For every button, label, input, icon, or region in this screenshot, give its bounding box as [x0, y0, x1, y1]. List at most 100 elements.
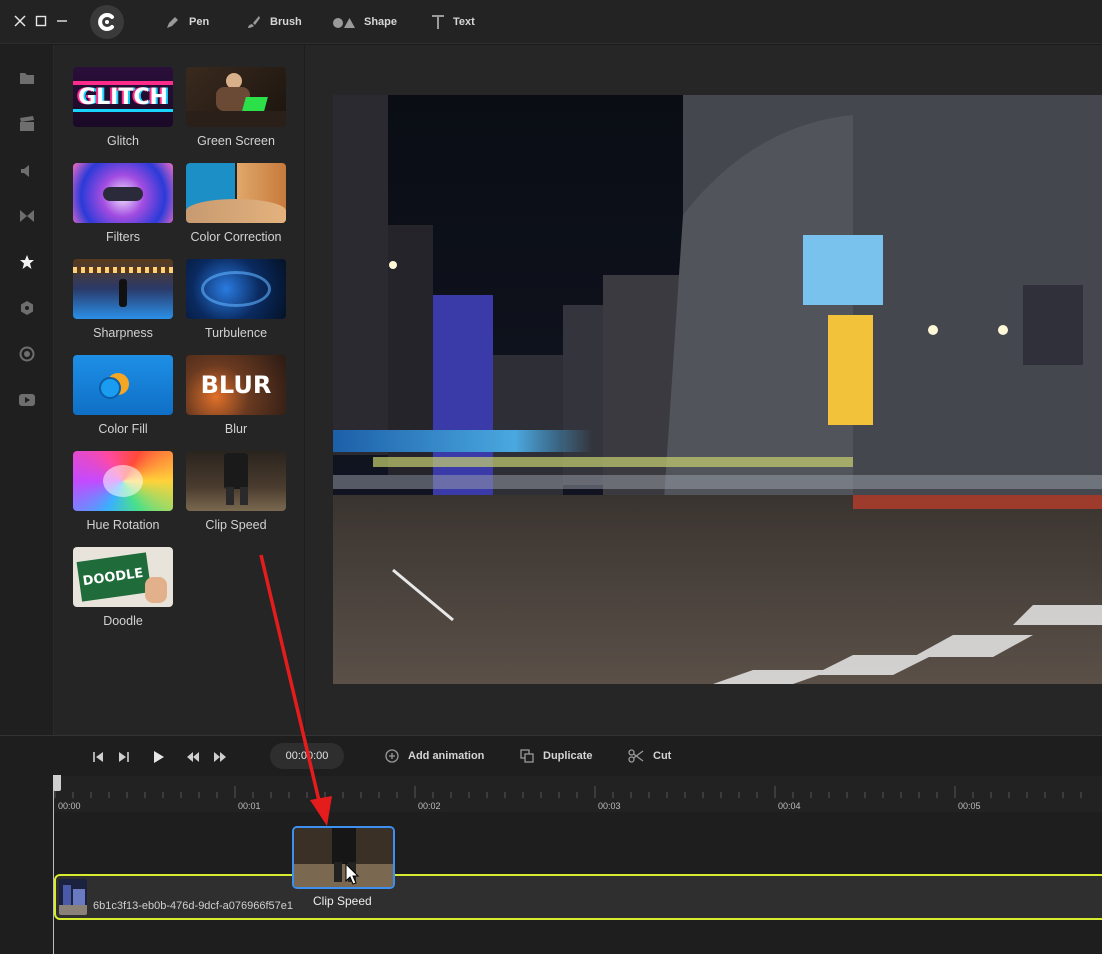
ruler-label: 00:05 [958, 801, 981, 811]
color-fill-thumbnail [73, 355, 173, 415]
ruler-label: 00:02 [418, 801, 441, 811]
youtube-icon [19, 394, 35, 406]
add-animation-button[interactable]: Add animation [385, 747, 484, 765]
top-bar: Pen Brush Shape Text [0, 0, 1102, 44]
transition-icon [20, 210, 34, 222]
rewind-button[interactable] [185, 749, 201, 765]
effect-label: Green Screen [197, 134, 275, 148]
blur-thumb-text: BLUR [200, 371, 272, 399]
effect-turbulence[interactable]: Turbulence [181, 259, 291, 340]
ruler-label: 00:01 [238, 801, 261, 811]
effect-filters[interactable]: Filters [68, 163, 178, 244]
fast-forward-button[interactable] [212, 749, 228, 765]
shape-tool-button[interactable]: Shape [332, 12, 397, 32]
hexagon-icon [21, 301, 33, 315]
sidebar-item-elements[interactable] [17, 298, 37, 318]
sidebar-item-youtube[interactable] [17, 390, 37, 410]
text-tool-button[interactable]: Text [431, 12, 475, 32]
shape-icon [333, 18, 355, 28]
sidebar-item-audio[interactable] [17, 161, 37, 181]
brush-icon [248, 16, 260, 28]
pen-icon [167, 17, 178, 28]
dragged-clip-speed-effect[interactable] [292, 826, 395, 889]
skip-start-icon [93, 752, 103, 762]
sidebar-item-effects[interactable] [17, 252, 37, 272]
effect-label: Color Correction [190, 230, 282, 244]
cut-label: Cut [653, 750, 672, 762]
ruler-label: 00:00 [58, 801, 81, 811]
play-button[interactable] [150, 749, 166, 765]
sidebar-item-transitions[interactable] [17, 206, 37, 226]
effect-sharpness[interactable]: Sharpness [68, 259, 178, 340]
turbulence-thumbnail [186, 259, 286, 319]
app-logo [90, 5, 124, 39]
ruler-label: 00:04 [778, 801, 801, 811]
sidebar-item-clips[interactable] [17, 114, 37, 134]
sharpness-thumbnail [73, 259, 173, 319]
add-animation-label: Add animation [408, 750, 485, 762]
minimize-window-icon[interactable] [53, 12, 71, 30]
effect-label: Filters [105, 230, 141, 244]
sidebar-item-record[interactable] [17, 344, 37, 364]
video-preview[interactable] [333, 95, 1102, 684]
maximize-window-icon[interactable] [32, 12, 50, 30]
play-icon [154, 751, 164, 763]
skip-end-icon [119, 752, 129, 762]
effect-blur[interactable]: BLUR Blur [181, 355, 291, 436]
brush-tool-label: Brush [270, 16, 302, 28]
effect-label: Glitch [107, 134, 139, 148]
sidebar-rail [0, 45, 54, 735]
doodle-thumbnail: DOODLE [73, 547, 173, 607]
skip-to-end-button[interactable] [116, 749, 132, 765]
close-window-icon[interactable] [11, 12, 29, 30]
track-clip-name: 6b1c3f13-eb0b-476d-9dcf-a076966f57e1 [93, 900, 293, 912]
folder-icon [20, 73, 34, 84]
effect-label: Sharpness [93, 326, 153, 340]
video-track-clip[interactable]: 6b1c3f13-eb0b-476d-9dcf-a076966f57e1 [54, 874, 1102, 920]
duplicate-label: Duplicate [543, 750, 593, 762]
ruler-ticks [54, 786, 1082, 798]
dragged-clip-label: Clip Speed [313, 894, 372, 908]
effect-green-screen[interactable]: Green Screen [181, 67, 291, 148]
playhead-handle[interactable] [53, 775, 61, 791]
effect-hue-rotation[interactable]: Hue Rotation [68, 451, 178, 532]
dragged-clip-thumbnail [294, 828, 393, 887]
record-icon [19, 346, 35, 362]
blur-thumbnail: BLUR [186, 355, 286, 415]
effect-label: Blur [224, 422, 248, 436]
brush-tool-button[interactable]: Brush [246, 12, 302, 32]
playhead[interactable] [53, 776, 54, 954]
fast-forward-icon [214, 752, 226, 762]
effects-panel: GLITCH Glitch Green Screen Filters Color… [54, 45, 304, 735]
cut-button[interactable]: Cut [628, 747, 671, 765]
logo-icon [98, 13, 114, 31]
timeline-ruler[interactable]: 00:00 00:01 00:02 00:03 00:04 00:05 [54, 776, 1102, 812]
audio-icon [21, 165, 29, 177]
ruler-label: 00:03 [598, 801, 621, 811]
effect-color-correction[interactable]: Color Correction [181, 163, 291, 244]
effect-clip-speed[interactable]: Clip Speed [181, 451, 291, 532]
effect-doodle[interactable]: DOODLE Doodle [68, 547, 178, 628]
effect-label: Hue Rotation [86, 518, 160, 532]
pen-tool-label: Pen [189, 16, 210, 28]
pen-tool-button[interactable]: Pen [165, 12, 209, 32]
shape-tool-label: Shape [364, 16, 398, 28]
timeline-panel [0, 735, 1102, 954]
hue-rotation-thumbnail [73, 451, 173, 511]
effect-glitch[interactable]: GLITCH Glitch [68, 67, 178, 148]
effect-color-fill[interactable]: Color Fill [68, 355, 178, 436]
skip-to-start-button[interactable] [90, 749, 106, 765]
night-city-scene [333, 95, 1102, 684]
duplicate-button[interactable]: Duplicate [520, 747, 593, 765]
effect-label: Doodle [103, 614, 143, 628]
effect-label: Turbulence [204, 326, 268, 340]
timecode-display[interactable]: 00:00:00 [270, 743, 344, 769]
star-icon [20, 255, 34, 269]
scissors-icon [628, 749, 644, 763]
sidebar-item-media[interactable] [17, 68, 37, 88]
glitch-thumb-text: GLITCH [78, 84, 168, 110]
clip-speed-thumbnail [186, 451, 286, 511]
glitch-thumbnail: GLITCH [73, 67, 173, 127]
effect-label: Clip Speed [205, 518, 267, 532]
green-screen-thumbnail [186, 67, 286, 127]
